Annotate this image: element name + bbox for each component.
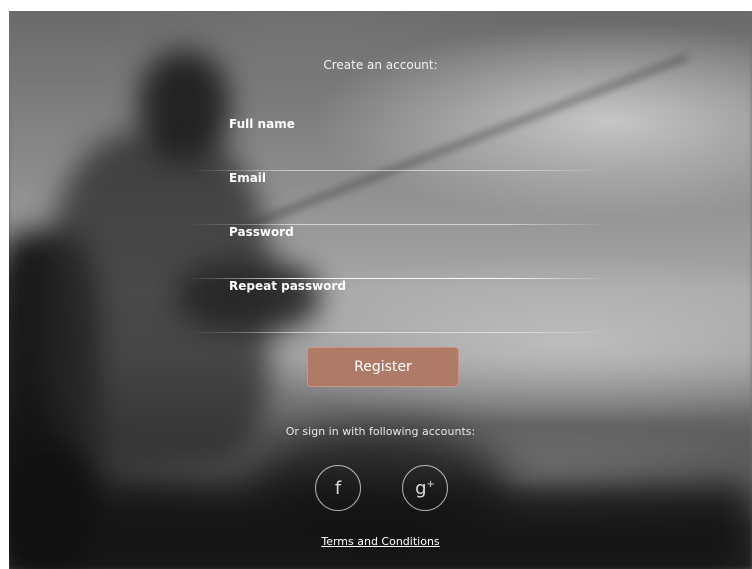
terms-footer: Terms and Conditions: [9, 535, 752, 548]
facebook-icon: f: [334, 477, 342, 499]
password-field[interactable]: Password: [189, 225, 609, 279]
background-photo: Create an account: Full name Email Passw…: [9, 11, 752, 569]
form-title: Create an account:: [323, 58, 438, 72]
google-plus-signin-button[interactable]: g+: [402, 465, 448, 511]
facebook-signin-button[interactable]: f: [315, 465, 361, 511]
full-name-label: Full name: [229, 117, 295, 131]
register-button[interactable]: Register: [307, 347, 459, 387]
email-field[interactable]: Email: [189, 171, 609, 225]
password-label: Password: [229, 225, 294, 239]
repeat-password-field[interactable]: Repeat password: [189, 279, 609, 333]
google-plus-icon: g+: [415, 478, 435, 499]
repeat-password-label: Repeat password: [229, 279, 346, 293]
google-plus-suffix: +: [426, 478, 435, 490]
google-plus-glyph: g: [415, 477, 427, 499]
full-name-field[interactable]: Full name: [189, 117, 609, 171]
social-signin-prompt: Or sign in with following accounts:: [285, 425, 476, 438]
register-form: Create an account: Full name Email Passw…: [9, 11, 752, 569]
terms-and-conditions-link[interactable]: Terms and Conditions: [321, 535, 439, 548]
email-label: Email: [229, 171, 267, 185]
field-underline: [189, 332, 609, 333]
